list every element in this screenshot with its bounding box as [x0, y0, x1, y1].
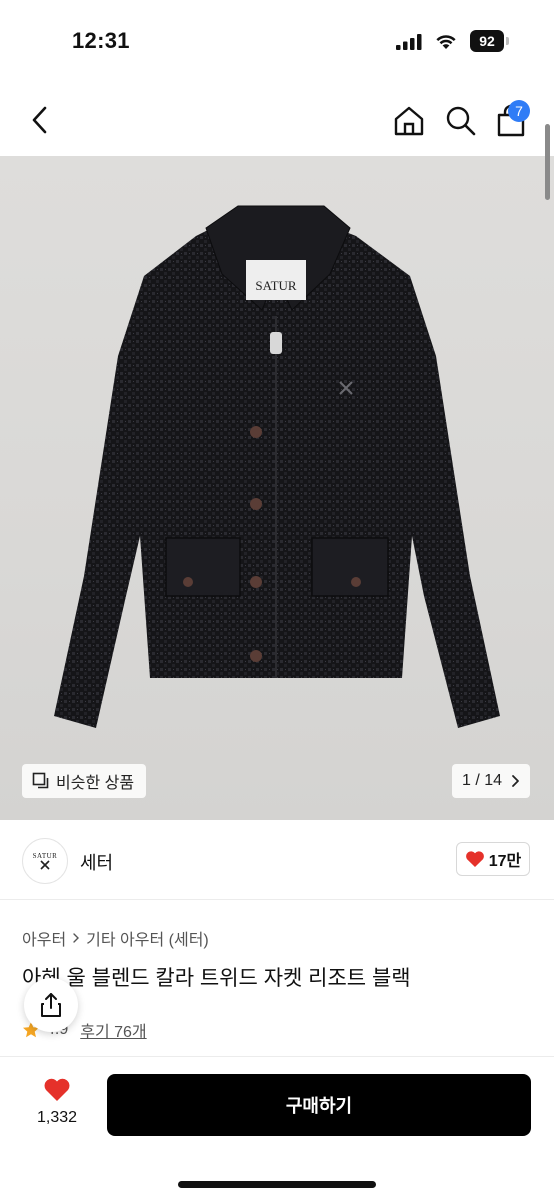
back-icon[interactable]	[26, 104, 54, 136]
share-button[interactable]	[24, 978, 78, 1032]
brand-like-button[interactable]: 17만	[456, 842, 530, 876]
home-indicator	[178, 1181, 376, 1188]
home-icon[interactable]	[392, 104, 426, 138]
image-counter[interactable]: 1 / 14	[452, 764, 530, 798]
brand-emblem-icon	[40, 860, 50, 870]
nav-bar	[0, 84, 554, 156]
bottom-bar: 1,332 구매하기	[0, 1056, 554, 1200]
image-counter-text: 1 / 14	[461, 772, 503, 789]
jacket-label: SATUR	[255, 278, 297, 293]
status-time: 12:31	[72, 28, 130, 53]
similar-products-button[interactable]: 비슷한 상품	[22, 764, 147, 798]
search-icon[interactable]	[444, 104, 478, 138]
brand-name[interactable]: 세터	[80, 849, 113, 875]
chevron-right-icon	[73, 933, 80, 943]
battery-level: 92	[470, 30, 504, 52]
copy-icon	[32, 772, 49, 789]
heart-icon	[44, 1078, 70, 1101]
signal-icon	[396, 34, 422, 50]
breadcrumb-level2[interactable]: 기타 아우터 (세터)	[86, 926, 209, 950]
heart-icon	[465, 851, 484, 867]
similar-products-label: 비슷한 상품	[56, 775, 135, 792]
cart-badge[interactable]: 7	[508, 100, 530, 122]
chevron-right-icon	[512, 775, 519, 787]
brand-like-count: 17만	[488, 853, 522, 870]
jacket-photo: SATUR	[54, 205, 500, 728]
wish-count: 1,332	[36, 1109, 78, 1126]
brand-row[interactable]: SATUR 세터 17만	[0, 820, 554, 900]
product-title: 아헤 울 블렌드 칼라 트위드 자켓 리조트 블랙	[22, 967, 411, 990]
wish-button[interactable]: 1,332	[28, 1077, 86, 1137]
brand-logo-text: SATUR	[32, 852, 58, 860]
wifi-icon	[436, 35, 456, 49]
review-link[interactable]: 후기 76개	[80, 1018, 146, 1042]
product-image[interactable]: SATUR	[0, 156, 554, 820]
share-icon	[41, 993, 61, 1017]
scroll-indicator[interactable]	[545, 124, 550, 200]
battery-indicator: 92	[470, 30, 510, 52]
status-bar: 12:31 92	[0, 0, 554, 84]
brand-logo[interactable]: SATUR	[22, 838, 68, 884]
buy-button[interactable]: 구매하기	[107, 1074, 531, 1136]
breadcrumb: 아우터 기타 아우터 (세터)	[22, 926, 209, 950]
breadcrumb-level1[interactable]: 아우터	[22, 926, 66, 950]
battery-tip	[506, 37, 509, 45]
